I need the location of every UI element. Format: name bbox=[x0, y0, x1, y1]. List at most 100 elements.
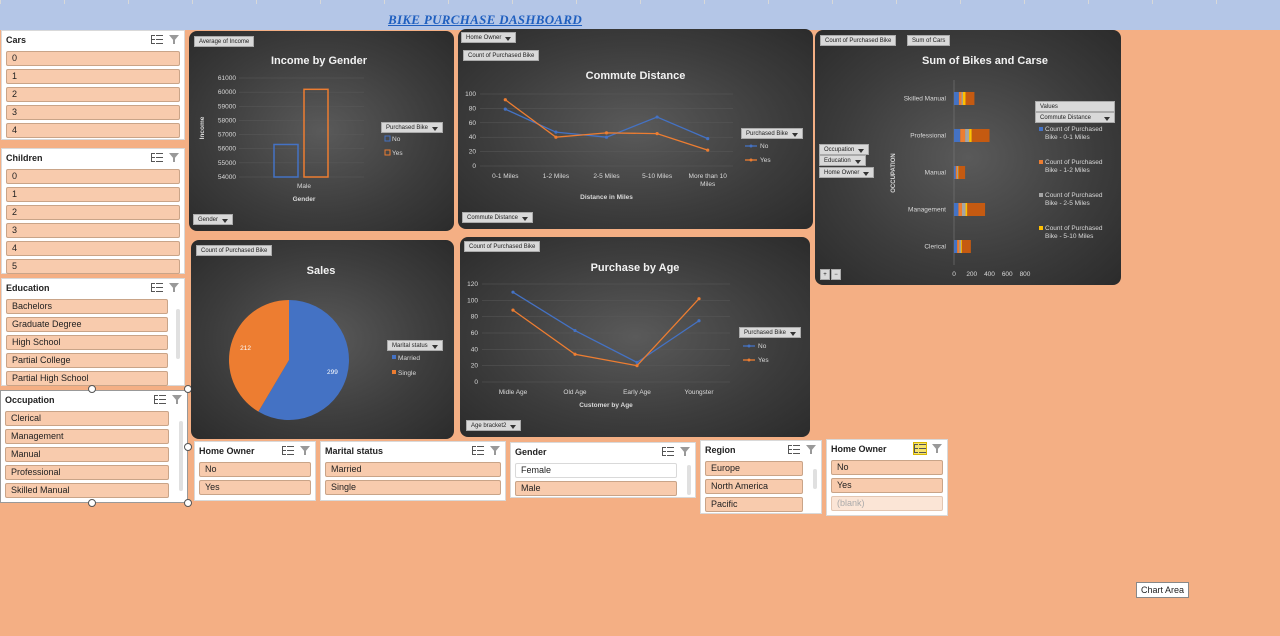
slicer-item[interactable]: Female bbox=[515, 463, 677, 478]
multi-select-icon[interactable] bbox=[151, 282, 163, 293]
clear-filter-icon[interactable] bbox=[806, 444, 817, 455]
slicer-item[interactable]: (blank) bbox=[831, 496, 943, 511]
slicer-scrollbar[interactable] bbox=[179, 421, 183, 491]
bar-yes bbox=[303, 88, 329, 178]
chart-purchase-by-age[interactable]: Count of Purchased Bike Purchase by Age … bbox=[460, 237, 810, 437]
slicer-item[interactable]: 2 bbox=[6, 87, 180, 102]
slicer-item[interactable]: Yes bbox=[199, 480, 311, 495]
slicer-occupation[interactable]: Occupation Clerical Management Manual Pr… bbox=[0, 390, 188, 503]
slicer-item[interactable]: 4 bbox=[6, 123, 180, 138]
multi-select-icon[interactable] bbox=[913, 442, 927, 455]
resize-handle[interactable] bbox=[184, 443, 192, 451]
slicer-item[interactable]: Skilled Manual bbox=[5, 483, 169, 498]
slicer-title: Children bbox=[6, 153, 43, 163]
slicer-item[interactable]: Yes bbox=[831, 478, 943, 493]
x-tick-label: Youngster bbox=[684, 389, 714, 396]
multi-select-icon[interactable] bbox=[154, 394, 166, 405]
slicer-item[interactable]: Bachelors bbox=[6, 299, 168, 314]
slicer-item[interactable]: High School bbox=[6, 335, 168, 350]
resize-handle[interactable] bbox=[184, 499, 192, 507]
slicer-region[interactable]: Region Europe North America Pacific bbox=[700, 440, 822, 514]
legend-marker bbox=[749, 144, 753, 148]
x-tick-label: Miles bbox=[700, 181, 716, 188]
slicer-item[interactable]: 2 bbox=[6, 205, 180, 220]
slicer-item[interactable]: Graduate Degree bbox=[6, 317, 168, 332]
slicer-gender[interactable]: Gender Female Male bbox=[510, 442, 696, 498]
clear-filter-icon[interactable] bbox=[172, 394, 183, 405]
slicer-children[interactable]: Children 0 1 2 3 4 5 bbox=[1, 148, 185, 274]
slicer-scrollbar[interactable] bbox=[176, 309, 180, 359]
slicer-item[interactable]: Clerical bbox=[5, 411, 169, 426]
slicer-item[interactable]: No bbox=[831, 460, 943, 475]
legend-marker bbox=[747, 358, 751, 362]
line-series-no bbox=[512, 291, 700, 364]
slicer-item[interactable]: 0 bbox=[6, 51, 180, 66]
y-tick-label: 40 bbox=[469, 134, 477, 141]
slicer-item[interactable]: Europe bbox=[705, 461, 803, 476]
multi-select-icon[interactable] bbox=[151, 34, 163, 45]
slicer-item[interactable]: Management bbox=[5, 429, 169, 444]
slicer-item[interactable]: 1 bbox=[6, 69, 180, 84]
slicer-item[interactable]: 3 bbox=[6, 105, 180, 120]
slicer-item[interactable]: No bbox=[199, 462, 311, 477]
slicer-item[interactable]: Pacific bbox=[705, 497, 803, 512]
clear-filter-icon[interactable] bbox=[300, 445, 311, 456]
slicer-marital-status[interactable]: Marital status Married Single bbox=[320, 441, 506, 501]
bar-segment bbox=[954, 203, 959, 216]
slicer-scrollbar[interactable] bbox=[813, 469, 817, 489]
slicer-scrollbar[interactable] bbox=[687, 465, 691, 495]
bar-segment bbox=[969, 129, 972, 142]
clear-filter-icon[interactable] bbox=[680, 446, 691, 457]
slicer-item[interactable]: North America bbox=[705, 479, 803, 494]
legend-label: Count of Purchased bbox=[1045, 126, 1103, 133]
slicer-cars[interactable]: Cars 0 1 2 3 4 bbox=[1, 30, 185, 140]
clear-filter-icon[interactable] bbox=[169, 34, 180, 45]
slicer-home-owner[interactable]: Home Owner No Yes bbox=[194, 441, 316, 501]
multi-select-icon[interactable] bbox=[151, 152, 163, 163]
y-tick-label: 40 bbox=[471, 346, 479, 353]
multi-select-icon[interactable] bbox=[472, 445, 484, 456]
multi-select-icon[interactable] bbox=[662, 446, 674, 457]
x-tick-label: 200 bbox=[966, 271, 977, 278]
slicer-item[interactable]: 0 bbox=[6, 169, 180, 184]
legend-label: Yes bbox=[760, 157, 771, 164]
dashboard-title: BIKE PURCHASE DASHBOARD bbox=[388, 12, 583, 27]
y-tick-label: 100 bbox=[465, 91, 476, 98]
chart-income-by-gender[interactable]: Average of Income Income by Gender Purch… bbox=[189, 31, 454, 231]
slicer-home-owner-2[interactable]: Home Owner No Yes (blank) bbox=[826, 439, 948, 516]
slicer-item[interactable]: Male bbox=[515, 481, 677, 496]
resize-handle[interactable] bbox=[88, 385, 96, 393]
sales-chart-plot: 299 212 Married Single bbox=[229, 300, 420, 420]
y-tick-label: 120 bbox=[467, 281, 478, 288]
slicer-education[interactable]: Education Bachelors Graduate Degree High… bbox=[1, 278, 185, 386]
slicer-item[interactable]: 4 bbox=[6, 241, 180, 256]
slicer-item[interactable]: Partial High School bbox=[6, 371, 168, 386]
x-axis-title: Customer by Age bbox=[579, 402, 633, 409]
resize-handle[interactable] bbox=[88, 499, 96, 507]
slicer-title: Region bbox=[705, 445, 736, 455]
legend-swatch bbox=[384, 149, 391, 156]
slicer-item[interactable]: Married bbox=[325, 462, 501, 477]
slicer-item[interactable]: Manual bbox=[5, 447, 169, 462]
slicer-item[interactable]: 1 bbox=[6, 187, 180, 202]
slicer-item[interactable]: Single bbox=[325, 480, 501, 495]
chart-commute-distance[interactable]: Home Owner Count of Purchased Bike Commu… bbox=[458, 29, 813, 229]
clear-filter-icon[interactable] bbox=[932, 443, 943, 454]
y-axis-title: OCCUPATION bbox=[891, 153, 897, 192]
line-series-yes bbox=[504, 99, 708, 151]
slicer-item[interactable]: 5 bbox=[6, 259, 180, 274]
clear-filter-icon[interactable] bbox=[169, 282, 180, 293]
chart-sum-bikes-cars[interactable]: Count of Purchased Bike Sum of Cars Sum … bbox=[815, 30, 1121, 285]
slicer-item[interactable]: 3 bbox=[6, 223, 180, 238]
chart-sales[interactable]: Count of Purchased Bike Sales Marital st… bbox=[191, 240, 454, 439]
clear-filter-icon[interactable] bbox=[490, 445, 501, 456]
multi-select-icon[interactable] bbox=[788, 444, 800, 455]
multi-select-icon[interactable] bbox=[282, 445, 294, 456]
y-tick-label: 20 bbox=[469, 149, 477, 156]
commute-chart-plot: 100 80 60 40 20 0 0-1 Miles 1-2 Miles 2-5 Miles 5… bbox=[465, 91, 771, 201]
legend-label: Married bbox=[398, 355, 420, 362]
slicer-item[interactable]: Partial College bbox=[6, 353, 168, 368]
slicer-item[interactable]: Professional bbox=[5, 465, 169, 480]
x-tick-label: 5-10 Miles bbox=[642, 173, 673, 180]
clear-filter-icon[interactable] bbox=[169, 152, 180, 163]
